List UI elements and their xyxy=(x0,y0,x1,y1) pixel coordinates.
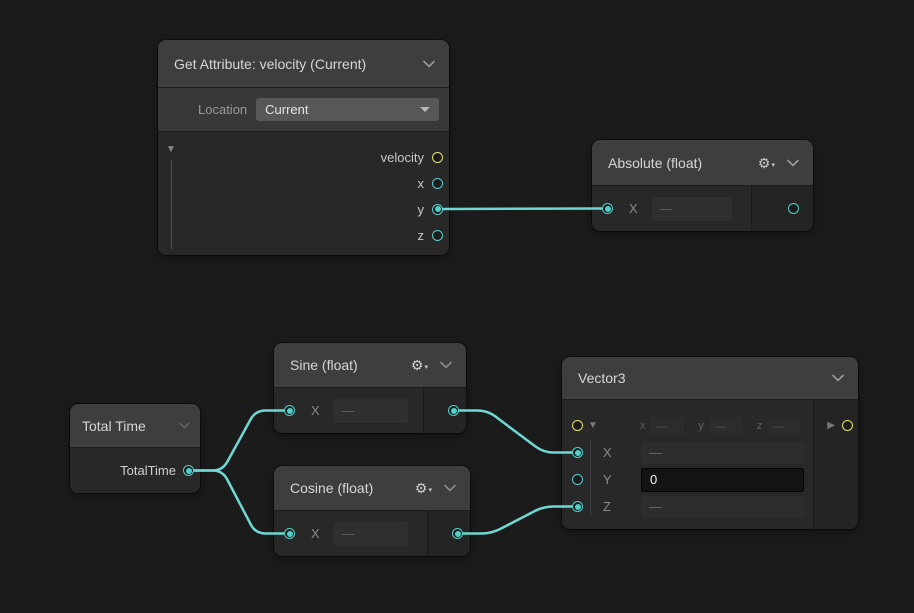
output-row-velocity: velocity xyxy=(158,144,449,170)
input-label: X xyxy=(311,526,320,541)
chevron-down-icon[interactable] xyxy=(179,422,190,429)
input-port-vector3[interactable] xyxy=(572,420,583,431)
node-title: Total Time xyxy=(82,418,173,434)
node-vector3[interactable]: Vector3 ▼ x — y — z — X — xyxy=(562,357,858,529)
row-label: X xyxy=(603,445,617,460)
output-port-velocity[interactable] xyxy=(432,152,443,163)
input-port-x[interactable] xyxy=(602,203,613,214)
input-label: X xyxy=(311,403,320,418)
row-label: Y xyxy=(603,472,617,487)
output-port-z[interactable] xyxy=(432,230,443,241)
compact-z-label: z xyxy=(757,420,763,432)
wire[interactable] xyxy=(464,507,572,534)
z-value-field[interactable]: — xyxy=(641,496,804,518)
node-title: Cosine (float) xyxy=(290,480,415,496)
compact-x-field: — xyxy=(650,417,684,435)
input-port-x[interactable] xyxy=(572,447,583,458)
output-section xyxy=(427,511,470,556)
input-port-x[interactable] xyxy=(284,405,295,416)
node-cosine[interactable]: Cosine (float) ⚙▾ X — xyxy=(274,466,470,556)
port-label: z xyxy=(418,228,425,243)
wire[interactable] xyxy=(460,411,572,453)
node-body: ▼ velocity x y z xyxy=(158,132,449,255)
input-port-y[interactable] xyxy=(572,474,583,485)
y-value-field[interactable]: 0 xyxy=(641,468,804,492)
row-label: Z xyxy=(603,499,617,514)
output-row-y: y xyxy=(158,196,449,222)
output-section: ▶ xyxy=(813,400,858,529)
output-row-x: x xyxy=(158,170,449,196)
chevron-down-icon[interactable] xyxy=(444,484,456,492)
wire[interactable] xyxy=(444,209,602,210)
wire[interactable] xyxy=(195,411,284,471)
node-title: Absolute (float) xyxy=(608,155,758,171)
node-total-time[interactable]: Total Time TotalTime xyxy=(70,404,200,493)
hierarchy-line xyxy=(171,160,172,249)
compact-y-label: y xyxy=(698,420,704,432)
compact-z-field: — xyxy=(767,417,801,435)
node-get-attribute[interactable]: Get Attribute: velocity (Current) Locati… xyxy=(158,40,449,255)
output-section xyxy=(423,388,466,433)
value-field[interactable]: — xyxy=(334,399,408,423)
output-port[interactable] xyxy=(788,203,799,214)
chevron-down-icon[interactable] xyxy=(440,361,452,369)
vfx-graph-canvas[interactable]: Get Attribute: velocity (Current) Locati… xyxy=(0,0,914,613)
compact-y-field: — xyxy=(709,417,743,435)
node-body: ▼ x — y — z — X — Y 0 Z — xyxy=(562,400,858,529)
output-port-totaltime[interactable] xyxy=(183,465,194,476)
dropdown-arrow-icon xyxy=(420,107,430,112)
node-title: Vector3 xyxy=(578,370,820,386)
node-title: Get Attribute: velocity (Current) xyxy=(174,56,411,72)
output-port[interactable] xyxy=(452,528,463,539)
value-field[interactable]: — xyxy=(652,197,732,221)
node-header[interactable]: Get Attribute: velocity (Current) xyxy=(158,40,449,88)
location-label: Location xyxy=(198,102,247,117)
node-header[interactable]: Total Time xyxy=(70,404,200,448)
node-header[interactable]: Absolute (float) ⚙▾ xyxy=(592,140,813,186)
collapse-triangle-icon[interactable]: ▼ xyxy=(166,145,176,155)
output-port-vector3[interactable] xyxy=(842,420,853,431)
chevron-down-icon[interactable] xyxy=(787,159,799,167)
input-port-x[interactable] xyxy=(284,528,295,539)
node-header[interactable]: Sine (float) ⚙▾ xyxy=(274,343,466,388)
gear-icon[interactable]: ⚙▾ xyxy=(415,481,432,495)
output-port[interactable] xyxy=(448,405,459,416)
output-port-x[interactable] xyxy=(432,178,443,189)
node-body: X — xyxy=(274,388,466,433)
node-body: X — xyxy=(592,186,813,231)
node-header[interactable]: Cosine (float) ⚙▾ xyxy=(274,466,470,511)
node-header[interactable]: Vector3 xyxy=(562,357,858,400)
location-dropdown-value: Current xyxy=(265,102,420,117)
gear-icon[interactable]: ⚙▾ xyxy=(758,156,775,170)
node-body: TotalTime xyxy=(70,448,200,493)
node-absolute[interactable]: Absolute (float) ⚙▾ X — xyxy=(592,140,813,231)
port-label: y xyxy=(418,202,425,217)
chevron-down-icon[interactable] xyxy=(423,60,435,68)
node-title: Sine (float) xyxy=(290,357,411,373)
gear-icon[interactable]: ⚙▾ xyxy=(411,358,428,372)
hierarchy-line xyxy=(590,440,591,515)
output-section xyxy=(751,186,813,231)
port-label: TotalTime xyxy=(120,463,176,478)
output-port-y[interactable] xyxy=(432,204,443,215)
location-dropdown[interactable]: Current xyxy=(256,98,439,121)
expand-triangle-icon[interactable]: ▼ xyxy=(588,421,598,431)
input-port-z[interactable] xyxy=(572,501,583,512)
chevron-down-icon[interactable] xyxy=(832,374,844,382)
location-setting-row: Location Current xyxy=(158,88,449,132)
output-row-z: z xyxy=(158,222,449,248)
x-value-field[interactable]: — xyxy=(641,442,804,464)
input-label: X xyxy=(629,201,638,216)
node-body: X — xyxy=(274,511,470,556)
port-label: x xyxy=(418,176,425,191)
port-label: velocity xyxy=(381,150,424,165)
wire[interactable] xyxy=(195,471,284,534)
space-triangle-icon[interactable]: ▶ xyxy=(827,421,835,431)
node-sine[interactable]: Sine (float) ⚙▾ X — xyxy=(274,343,466,433)
value-field[interactable]: — xyxy=(334,522,408,546)
compact-x-label: x xyxy=(640,420,646,432)
